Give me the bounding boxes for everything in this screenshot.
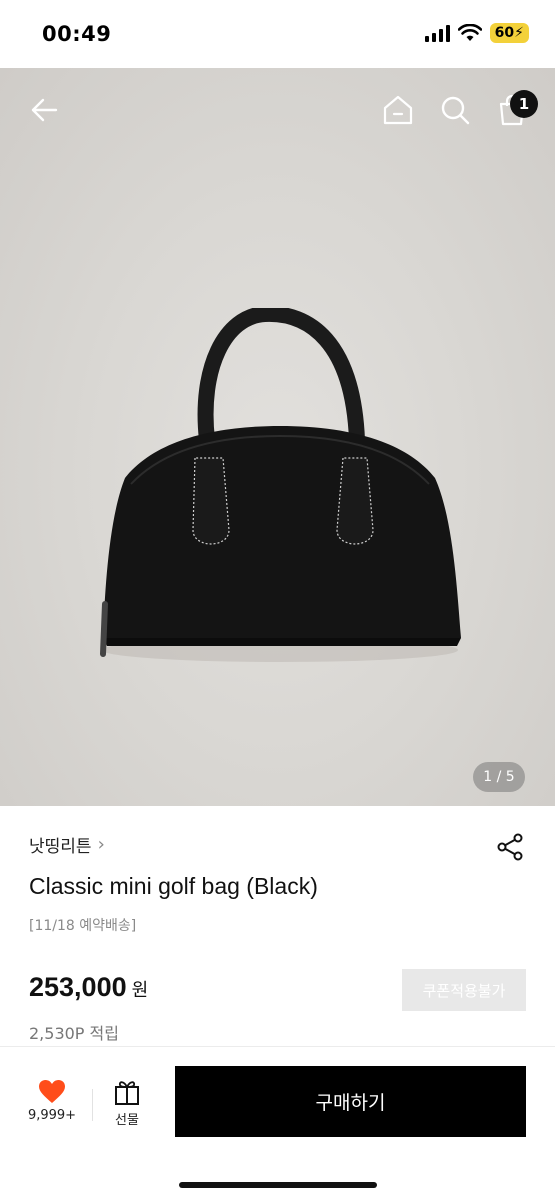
- cart-count-badge: 1: [510, 90, 538, 118]
- product-image-carousel[interactable]: 1 1 / 5: [0, 68, 555, 806]
- search-button[interactable]: [433, 88, 477, 132]
- brand-link[interactable]: 낫띵리튼 ›: [29, 832, 105, 857]
- reward-points: 2,530P 적립: [29, 1024, 119, 1043]
- like-button[interactable]: 9,999+: [22, 1079, 82, 1123]
- gift-button[interactable]: 선물: [104, 1079, 150, 1128]
- bottom-action-bar: 9,999+ 선물 구매하기: [0, 1047, 555, 1200]
- cellular-signal-icon: [424, 24, 450, 42]
- cart-button[interactable]: 1: [490, 88, 538, 132]
- status-bar: 00:49 60 ⚡: [0, 0, 555, 68]
- separator: [92, 1089, 93, 1121]
- brand-name: 낫띵리튼: [29, 837, 92, 857]
- chevron-right-icon: ›: [97, 834, 105, 855]
- home-button[interactable]: [376, 88, 420, 132]
- share-button[interactable]: [493, 830, 527, 864]
- delivery-note: [11/18 예약배송]: [29, 918, 137, 934]
- product-photo: [100, 308, 461, 662]
- price-unit: 원: [131, 980, 149, 1001]
- status-time: 00:49: [42, 22, 112, 46]
- battery-level: 60: [494, 25, 515, 41]
- image-counter: 1 / 5: [473, 762, 525, 792]
- heart-icon: [39, 1080, 65, 1103]
- coupon-button[interactable]: 쿠폰적용불가: [402, 969, 526, 1011]
- price: 253,000 원: [29, 972, 148, 1003]
- price-value: 253,000: [29, 972, 127, 1002]
- share-icon: [497, 833, 523, 861]
- arrow-left-icon: [31, 98, 58, 122]
- like-count: 9,999+: [27, 1108, 77, 1123]
- gift-icon: [115, 1081, 139, 1105]
- search-icon: [441, 96, 470, 125]
- buy-button[interactable]: 구매하기: [175, 1066, 526, 1137]
- wifi-icon: [457, 24, 482, 41]
- home-indicator: [179, 1182, 377, 1188]
- status-icons: 60 ⚡: [424, 23, 529, 43]
- home-icon: [383, 95, 413, 125]
- product-title: Classic mini golf bag (Black): [29, 873, 318, 899]
- gift-label: 선물: [115, 1113, 139, 1128]
- charging-bolt-icon: ⚡: [514, 25, 524, 41]
- battery-indicator: 60 ⚡: [489, 23, 529, 43]
- back-button[interactable]: [22, 88, 66, 132]
